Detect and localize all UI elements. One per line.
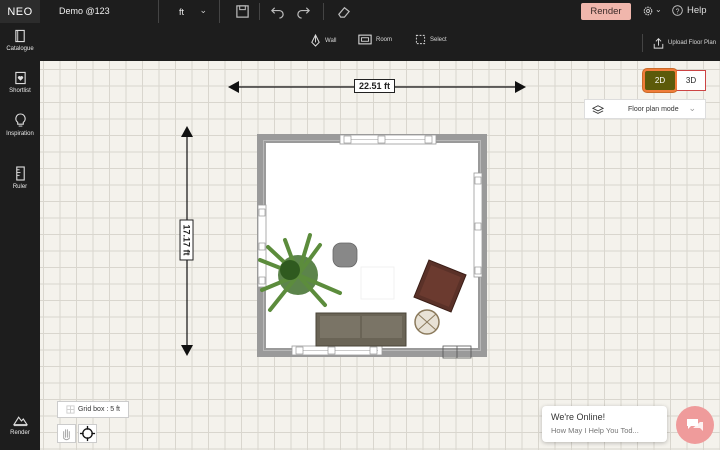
rug-furniture[interactable]	[360, 266, 395, 300]
divider	[259, 3, 260, 20]
floor-plan-mode-label: Floor plan mode	[628, 105, 679, 113]
project-name[interactable]: Demo @123	[59, 6, 110, 16]
grid-icon	[66, 405, 75, 414]
room-label: Room	[376, 36, 393, 43]
top-window[interactable]	[339, 134, 437, 145]
sidebar-item-render[interactable]: Render	[0, 413, 40, 436]
room-icon	[358, 34, 372, 45]
sidebar-item-label: Render	[10, 430, 30, 436]
wall-label: Wall	[325, 37, 337, 44]
recenter-tool[interactable]	[78, 424, 97, 443]
catalogue-icon	[14, 29, 25, 43]
top-bar: NEO Demo @123 ft ⌄ Render ⌄ ? Help	[0, 0, 720, 23]
sidebar-item-shortlist[interactable]: Shortlist	[0, 71, 40, 94]
shortlist-icon	[14, 71, 26, 85]
chat-subtitle: How May I Help You Tod...	[551, 426, 639, 435]
view-3d-button[interactable]: 3D	[677, 70, 706, 91]
save-icon[interactable]	[235, 4, 250, 19]
view-2d-button[interactable]: 2D	[643, 69, 677, 92]
room-tool[interactable]: Room	[358, 34, 392, 45]
sidebar-item-inspiration[interactable]: Inspiration	[0, 113, 40, 137]
chevron-down-icon[interactable]: ⌄	[655, 5, 662, 14]
help-link[interactable]: ? Help	[672, 5, 707, 16]
right-window[interactable]	[473, 172, 483, 278]
width-dimension-label: 22.51 ft	[354, 79, 396, 93]
undo-icon[interactable]	[270, 4, 285, 19]
drawing-toolbar: Wall Room Select Upload Floor Plan	[40, 23, 720, 61]
unit-value: ft	[179, 6, 185, 17]
layers-icon	[592, 105, 604, 114]
sidebar-item-label: Shortlist	[9, 88, 31, 94]
settings-icon[interactable]	[642, 5, 654, 17]
chevron-down-icon: ⌄	[688, 103, 696, 113]
sidebar-item-ruler[interactable]: Ruler	[0, 166, 40, 190]
svg-text:?: ?	[676, 8, 680, 15]
bottom-window[interactable]	[291, 345, 383, 356]
select-tool[interactable]: Select	[415, 34, 447, 45]
help-icon: ?	[672, 5, 683, 16]
chat-icon	[687, 419, 703, 431]
chat-widget[interactable]: We're Online! How May I Help You Tod...	[542, 406, 667, 442]
wall-icon	[311, 34, 320, 47]
chevron-down-icon: ⌄	[199, 5, 207, 15]
bulb-icon	[14, 113, 26, 127]
height-dimension-label: 17.17 ft	[179, 219, 194, 261]
unit-selector[interactable]: ft ⌄	[158, 0, 220, 23]
sidebar-item-label: Catalogue	[6, 46, 34, 52]
crosshair-icon	[79, 425, 96, 442]
plant-furniture[interactable]	[258, 233, 342, 312]
wall-tool[interactable]: Wall	[310, 34, 336, 47]
ruler-icon	[15, 166, 25, 181]
side-table-furniture[interactable]	[414, 309, 440, 335]
sidebar-item-label: Inspiration	[6, 131, 34, 137]
upload-floor-plan-button[interactable]: Upload Floor Plan	[642, 34, 716, 52]
divider	[323, 3, 324, 20]
ottoman-furniture[interactable]	[332, 242, 358, 268]
room-furniture-layer	[257, 134, 483, 359]
grid-box-label: Grid box : 5 ft	[77, 406, 121, 413]
left-window[interactable]	[257, 204, 267, 288]
sofa-furniture[interactable]	[315, 312, 407, 347]
sidebar-item-catalogue[interactable]: Catalogue	[0, 29, 40, 52]
render-button[interactable]: Render	[581, 3, 631, 20]
hand-icon	[63, 429, 70, 441]
armchair-furniture[interactable]	[413, 259, 467, 313]
render-icon	[12, 416, 28, 427]
sidebar: Catalogue Shortlist Inspiration Ruler Re…	[0, 23, 40, 450]
redo-icon[interactable]	[296, 4, 311, 19]
upload-label: Upload Floor Plan	[668, 40, 717, 46]
app-logo[interactable]: NEO	[0, 0, 40, 23]
upload-icon	[653, 38, 664, 49]
select-label: Select	[430, 36, 447, 43]
chat-title: We're Online!	[551, 412, 606, 422]
door[interactable]	[442, 345, 472, 359]
grid-box-control[interactable]: Grid box : 5 ft	[57, 401, 129, 418]
floor-plan-mode-select[interactable]: Floor plan mode ⌄	[584, 99, 706, 119]
select-icon	[415, 34, 426, 45]
eraser-icon[interactable]	[336, 4, 351, 19]
chat-button[interactable]	[676, 406, 714, 444]
sidebar-item-label: Ruler	[12, 184, 28, 190]
pan-tool[interactable]	[57, 424, 76, 443]
help-label: Help	[687, 5, 707, 16]
